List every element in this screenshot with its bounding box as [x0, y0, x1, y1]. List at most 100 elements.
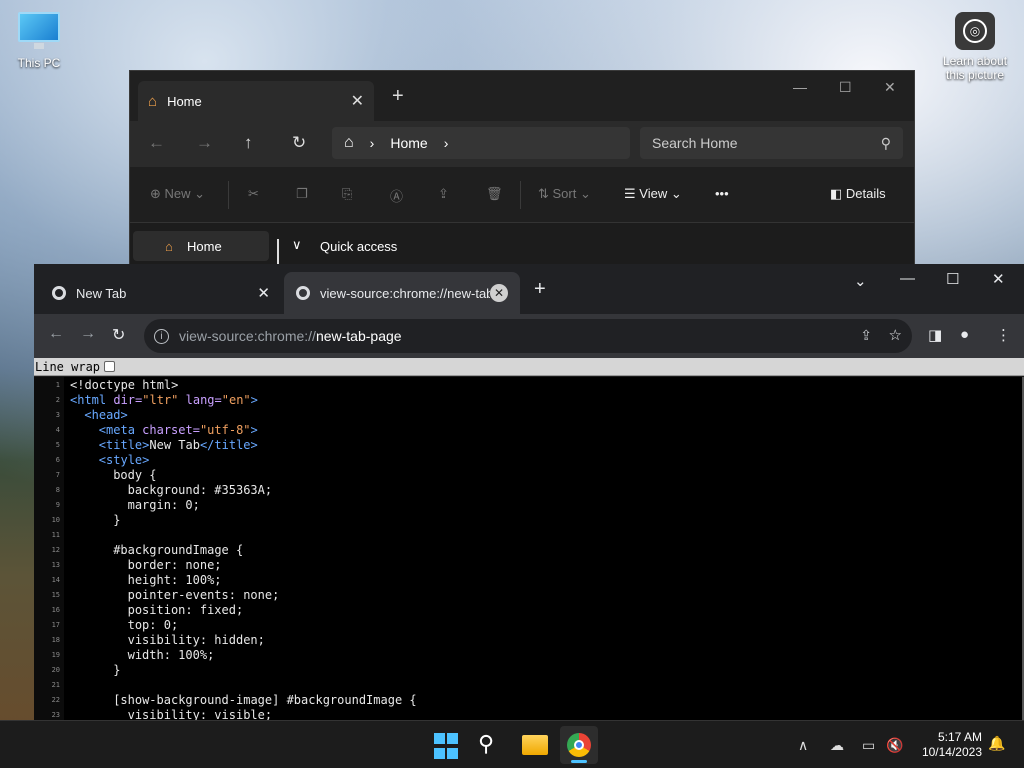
explorer-titlebar: ⌂ Home ✕ + — ☐ ✕	[130, 71, 914, 121]
minimize-icon[interactable]: —	[793, 79, 807, 95]
file-explorer-icon[interactable]	[522, 731, 550, 759]
learn-label-1: Learn about	[942, 54, 1008, 68]
refresh-icon[interactable]: ↻	[292, 133, 306, 153]
line-number: 5	[55, 441, 60, 449]
this-pc-label: This PC	[17, 56, 61, 70]
close-tab-icon[interactable]: ✕	[490, 284, 508, 302]
code-line: 3 <head>	[34, 408, 128, 423]
chrome-new-tab-button[interactable]: +	[534, 278, 546, 301]
cut-icon[interactable]: ✂	[248, 186, 259, 202]
quick-access-header[interactable]: ∨ Quick access	[292, 237, 397, 254]
clock-time: 5:17 AM	[937, 730, 982, 744]
url-prefix: view-source:chrome://	[179, 328, 316, 344]
close-icon[interactable]: ✕	[992, 270, 1005, 288]
code-text: }	[113, 663, 121, 677]
close-tab-icon[interactable]: ✕	[351, 91, 364, 111]
code-text: <!doctype html>	[70, 378, 179, 392]
code-line: 19 width: 100%;	[34, 648, 215, 663]
sort-button[interactable]: ⇅ Sort ⌄	[538, 186, 591, 202]
code-line: 1 <!doctype html>	[34, 378, 179, 393]
url-host: new-tab-page	[315, 328, 402, 344]
chrome-favicon-icon	[52, 286, 66, 300]
code-text: margin: 0;	[127, 498, 200, 512]
address-bar[interactable]: i view-source:chrome:// new-tab-page ⇪ ☆	[144, 319, 912, 353]
maximize-icon[interactable]: ☐	[839, 79, 852, 96]
breadcrumb-chevron-icon[interactable]: ›	[444, 135, 449, 151]
network-icon[interactable]: ▭	[862, 737, 875, 754]
code-text: visibility: visible;	[127, 708, 273, 720]
code-line: 9 margin: 0;	[34, 498, 200, 513]
tab-search-chevron-icon[interactable]: ⌄	[854, 272, 867, 290]
volume-muted-icon[interactable]: 🔇	[886, 737, 903, 754]
bookmark-star-icon[interactable]: ☆	[889, 326, 902, 344]
details-button[interactable]: ◧ Details	[830, 186, 886, 202]
onedrive-icon[interactable]: ☁	[830, 737, 844, 754]
view-button[interactable]: ☰ View ⌄	[624, 186, 682, 202]
back-icon[interactable]: ←	[48, 325, 64, 343]
clock-date: 10/14/2023	[921, 745, 982, 759]
home-icon: ⌂	[165, 238, 173, 254]
code-line: 7 body {	[34, 468, 157, 483]
up-icon[interactable]: ↑	[244, 133, 253, 153]
code-line: 16 position: fixed;	[34, 603, 244, 618]
explorer-new-tab-button[interactable]: +	[392, 85, 404, 108]
source-code-view[interactable]: 1 <!doctype html> 2 <html dir="ltr" lang="e…	[34, 377, 1022, 720]
kebab-menu-icon[interactable]: ⋮	[996, 326, 1011, 344]
line-wrap-checkbox[interactable]	[104, 361, 116, 372]
this-pc-desktop-icon[interactable]: This PC	[10, 12, 68, 70]
code-text: pointer-events: none;	[127, 588, 280, 602]
chrome-window: New Tab ✕ view-source:chrome://new-tab-p…	[34, 264, 1024, 720]
line-number: 14	[51, 576, 60, 584]
notification-bell-icon[interactable]: 🔔	[988, 735, 1005, 752]
explorer-search-input[interactable]: Search Home ⚲	[640, 127, 903, 159]
line-number: 19	[51, 651, 60, 659]
clock[interactable]: 5:17 AM 10/14/2023	[922, 730, 982, 760]
learn-about-picture-icon[interactable]: ◎ Learn about this picture	[938, 12, 1012, 82]
close-icon[interactable]: ✕	[884, 79, 896, 96]
back-icon[interactable]: ←	[148, 133, 165, 153]
info-icon[interactable]: i	[154, 328, 169, 344]
code-line: 14 height: 100%;	[34, 573, 222, 588]
breadcrumb[interactable]: ⌂ › Home ›	[332, 127, 630, 159]
explorer-tab-home[interactable]: ⌂ Home ✕	[138, 81, 374, 121]
copy-icon[interactable]: ❐	[296, 186, 308, 202]
delete-icon[interactable]: 🗑	[486, 186, 503, 202]
code-text: width: 100%;	[127, 648, 215, 662]
share-icon[interactable]: ⇪	[438, 186, 449, 202]
start-windows-icon[interactable]	[434, 733, 462, 761]
search-icon: ⚲	[880, 134, 891, 151]
chevron-down-icon: ∨	[292, 237, 302, 252]
rename-icon[interactable]: Ⓐ	[390, 186, 403, 205]
line-wrap-bar: Line wrap	[34, 358, 1024, 376]
code-line: 6 <style>	[34, 453, 150, 468]
side-panel-icon[interactable]: ◨	[928, 326, 942, 344]
share-icon[interactable]: ⇪	[860, 327, 872, 344]
code-line: 20}	[34, 663, 121, 678]
tab-view-source[interactable]: view-source:chrome://new-tab-p ✕	[284, 272, 520, 314]
reload-icon[interactable]: ↻	[112, 325, 125, 345]
more-options-icon[interactable]: •••	[715, 186, 729, 201]
code-text: <title>New Tab</title>	[98, 438, 258, 452]
forward-icon[interactable]: →	[80, 325, 96, 343]
tab-new-tab[interactable]: New Tab ✕	[40, 272, 282, 314]
code-line: 23 visibility: visible;	[34, 708, 273, 720]
minimize-icon[interactable]: —	[900, 270, 915, 287]
forward-icon[interactable]: →	[196, 133, 213, 153]
breadcrumb-home[interactable]: Home	[390, 135, 427, 151]
line-number: 1	[55, 381, 60, 389]
search-icon[interactable]: ⚲	[478, 731, 506, 759]
close-tab-icon[interactable]: ✕	[249, 284, 270, 302]
chrome-taskbar-icon[interactable]	[560, 726, 598, 764]
maximize-icon[interactable]: ☐	[946, 270, 959, 288]
paste-icon[interactable]: ⎘	[342, 186, 352, 202]
tray-chevron-up-icon[interactable]: ∧	[798, 737, 808, 754]
line-number: 6	[55, 456, 60, 464]
profile-icon[interactable]: ●	[960, 326, 969, 343]
line-number: 16	[51, 606, 60, 614]
chrome-tabstrip: New Tab ✕ view-source:chrome://new-tab-p…	[34, 264, 1024, 314]
sidebar-item-home[interactable]: ⌂ Home	[133, 231, 269, 261]
line-number: 23	[51, 711, 60, 719]
new-button[interactable]: ⊕ New ⌄	[150, 186, 205, 202]
code-text: position: fixed;	[127, 603, 244, 617]
line-number: 8	[55, 486, 60, 494]
